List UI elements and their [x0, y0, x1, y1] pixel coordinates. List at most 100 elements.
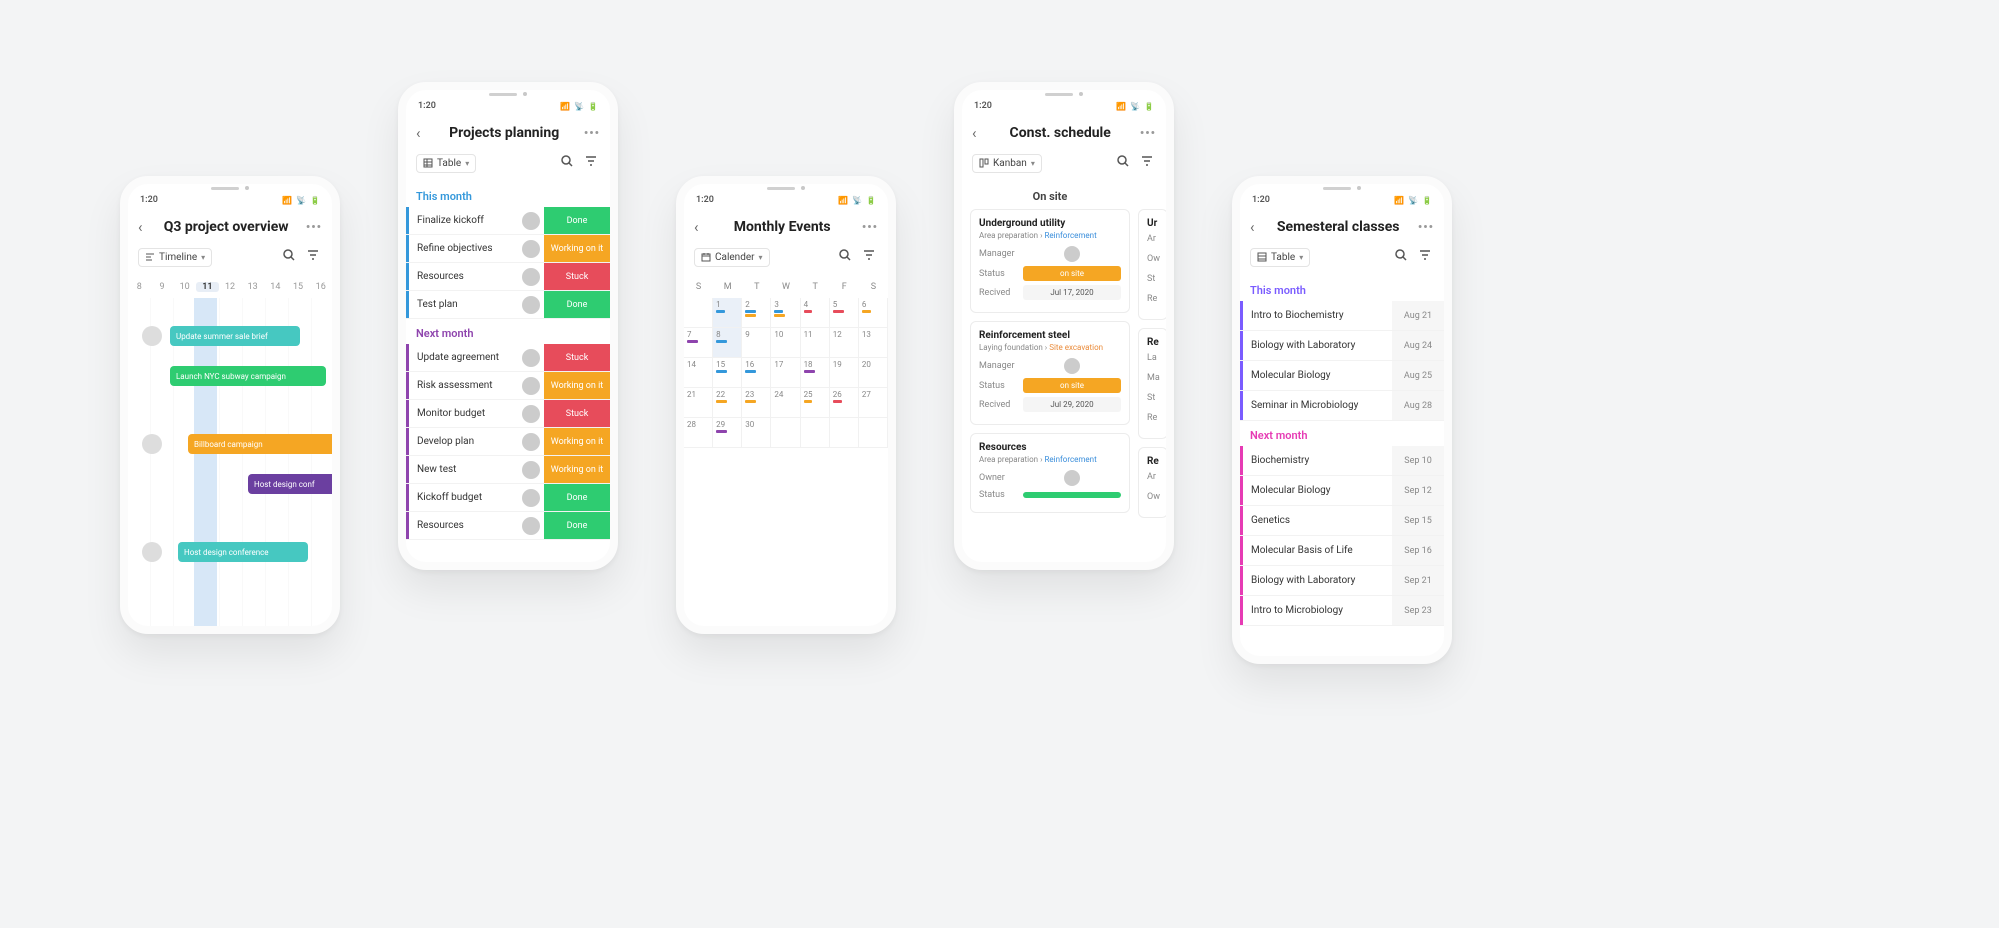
status-pill[interactable]: Working on it — [544, 235, 610, 262]
calendar-cell[interactable]: 10 — [771, 328, 800, 358]
calendar-cell[interactable]: 26 — [830, 388, 859, 418]
calendar-cell[interactable]: 4 — [801, 298, 830, 328]
table-row[interactable]: Monitor budget Stuck — [406, 400, 610, 428]
calendar-cell[interactable]: 3 — [771, 298, 800, 328]
calendar-cell[interactable]: 1 — [713, 298, 742, 328]
table-row[interactable]: Update agreement Stuck — [406, 344, 610, 372]
status-pill[interactable]: Stuck — [544, 344, 610, 371]
calendar-cell[interactable] — [830, 418, 859, 448]
view-selector[interactable]: Kanban ▾ — [972, 154, 1042, 173]
timeline-body[interactable]: Update summer sale brief Launch NYC subwa… — [128, 298, 332, 628]
event-bar[interactable] — [716, 340, 727, 343]
calendar-cell[interactable]: 30 — [742, 418, 771, 448]
back-icon[interactable]: ‹ — [138, 218, 147, 236]
table-row[interactable]: Resources Done — [406, 512, 610, 540]
timeline-date[interactable]: 12 — [219, 282, 242, 292]
back-icon[interactable]: ‹ — [694, 218, 703, 236]
table-row[interactable]: Develop plan Working on it — [406, 428, 610, 456]
status-pill[interactable]: Working on it — [544, 428, 610, 455]
list-item[interactable]: Intro to Biochemistry Aug 21 — [1240, 301, 1444, 331]
timeline-bar[interactable]: Update summer sale brief — [170, 326, 300, 346]
timeline-bar[interactable]: Host design conference — [178, 542, 308, 562]
event-bar[interactable] — [833, 310, 844, 313]
event-bar[interactable] — [716, 310, 725, 313]
view-selector[interactable]: Table ▾ — [1250, 248, 1310, 267]
timeline-bar[interactable]: Host design conf — [248, 474, 338, 494]
calendar-cell[interactable]: 15 — [713, 358, 742, 388]
event-bar[interactable] — [833, 400, 842, 403]
calendar-cell[interactable]: 18 — [801, 358, 830, 388]
more-icon[interactable]: ••• — [1418, 220, 1434, 234]
event-bar[interactable] — [774, 314, 785, 317]
list-item[interactable]: Molecular Biology Aug 25 — [1240, 361, 1444, 391]
filter-icon[interactable] — [304, 246, 322, 268]
event-bar[interactable] — [862, 310, 871, 313]
table-row[interactable]: Risk assessment Working on it — [406, 372, 610, 400]
event-bar[interactable] — [804, 400, 813, 403]
calendar-cell[interactable]: 24 — [771, 388, 800, 418]
list-item[interactable]: Molecular Biology Sep 12 — [1240, 476, 1444, 506]
list-item[interactable]: Intro to Microbiology Sep 23 — [1240, 596, 1444, 626]
calendar-cell[interactable]: 6 — [859, 298, 888, 328]
back-icon[interactable]: ‹ — [1250, 218, 1259, 236]
kanban-card[interactable]: Reinforcement steel Laying foundation › … — [970, 321, 1130, 425]
calendar-cell[interactable]: 21 — [684, 388, 713, 418]
event-bar[interactable] — [687, 340, 698, 343]
table-row[interactable]: Finalize kickoff Done — [406, 207, 610, 235]
calendar-cell[interactable]: 16 — [742, 358, 771, 388]
status-pill[interactable]: Working on it — [544, 456, 610, 483]
back-icon[interactable]: ‹ — [416, 124, 425, 142]
view-selector[interactable]: Timeline ▾ — [138, 248, 212, 267]
calendar-cell[interactable]: 19 — [830, 358, 859, 388]
list-item[interactable]: Biochemistry Sep 10 — [1240, 446, 1444, 476]
calendar-cell[interactable]: 28 — [684, 418, 713, 448]
search-icon[interactable] — [1114, 152, 1132, 174]
calendar-cell[interactable]: 27 — [859, 388, 888, 418]
calendar-cell[interactable]: 7 — [684, 328, 713, 358]
timeline-date[interactable]: 11 — [196, 282, 219, 292]
status-pill[interactable]: Stuck — [544, 400, 610, 427]
group-label[interactable]: Next month — [406, 319, 610, 344]
calendar-cell[interactable]: 23 — [742, 388, 771, 418]
search-icon[interactable] — [558, 152, 576, 174]
status-pill[interactable]: Working on it — [544, 372, 610, 399]
calendar-cell[interactable]: 29 — [713, 418, 742, 448]
status-pill[interactable]: Done — [544, 207, 610, 234]
calendar-cell[interactable]: 2 — [742, 298, 771, 328]
calendar-cell[interactable]: 5 — [830, 298, 859, 328]
calendar-cell[interactable]: 17 — [771, 358, 800, 388]
status-pill[interactable]: Done — [544, 291, 610, 318]
table-row[interactable]: Refine objectives Working on it — [406, 235, 610, 263]
table-row[interactable]: Resources Stuck — [406, 263, 610, 291]
kanban-board[interactable]: On site Underground utility Area prepara… — [962, 182, 1166, 526]
status-pill[interactable]: Stuck — [544, 263, 610, 290]
search-icon[interactable] — [1392, 246, 1410, 268]
list-item[interactable]: Genetics Sep 15 — [1240, 506, 1444, 536]
event-bar[interactable] — [745, 370, 756, 373]
more-icon[interactable]: ••• — [862, 220, 878, 234]
event-bar[interactable] — [745, 400, 756, 403]
event-bar[interactable] — [716, 370, 727, 373]
filter-icon[interactable] — [582, 152, 600, 174]
table-row[interactable]: Test plan Done — [406, 291, 610, 319]
timeline-date[interactable]: 8 — [128, 282, 151, 292]
back-icon[interactable]: ‹ — [972, 124, 981, 142]
status-pill[interactable]: on site — [1023, 378, 1121, 393]
kanban-card[interactable]: Resources Area preparation › Reinforceme… — [970, 433, 1130, 513]
search-icon[interactable] — [280, 246, 298, 268]
calendar-cell[interactable]: 11 — [801, 328, 830, 358]
calendar-cell[interactable]: 25 — [801, 388, 830, 418]
event-bar[interactable] — [745, 310, 756, 313]
calendar-cell[interactable] — [859, 418, 888, 448]
status-pill[interactable] — [1023, 492, 1121, 498]
kanban-card[interactable]: Underground utility Area preparation › R… — [970, 209, 1130, 313]
view-selector[interactable]: Calender ▾ — [694, 248, 770, 267]
more-icon[interactable]: ••• — [1140, 126, 1156, 140]
timeline-bar[interactable]: Launch NYC subway campaign — [170, 366, 326, 386]
timeline-date[interactable]: 16 — [309, 282, 332, 292]
status-pill[interactable]: Done — [544, 512, 610, 539]
list-item[interactable]: Biology with Laboratory Sep 21 — [1240, 566, 1444, 596]
filter-icon[interactable] — [860, 246, 878, 268]
timeline-date[interactable]: 13 — [241, 282, 264, 292]
timeline-bar[interactable]: Billboard campaign — [188, 434, 338, 454]
